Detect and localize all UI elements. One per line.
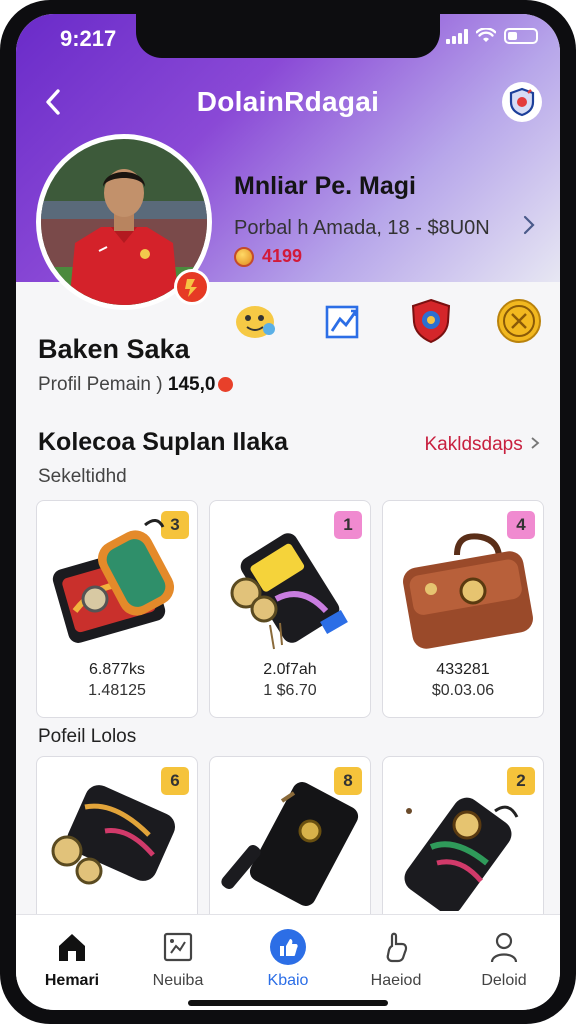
section-subtitle: Sekeltidhd — [38, 466, 127, 487]
card-price: 1.48125 — [88, 682, 146, 699]
product-card[interactable]: 8 — [209, 756, 371, 926]
bag-image — [230, 533, 348, 650]
hero-subtitle[interactable]: Porbal h Amada, 18 - $8U0N — [234, 217, 490, 240]
profile-subtitle: Profil Pemain ) 145,0 — [38, 374, 234, 396]
coin-value: 4199 — [262, 246, 303, 266]
chart-badge-icon[interactable] — [320, 298, 366, 344]
product-card[interactable]: 2 — [382, 756, 544, 926]
shield-button[interactable] — [502, 82, 542, 122]
tab-news[interactable]: Neuiba — [128, 927, 228, 990]
product-card[interactable]: 6 — [36, 756, 198, 926]
thumbs-up-icon — [268, 927, 308, 967]
status-time: 9:217 — [60, 26, 117, 51]
bag-image — [51, 785, 176, 885]
tab-label: Deloid — [481, 972, 527, 989]
card-price: $0.03.06 — [431, 682, 495, 699]
hand-icon — [376, 927, 416, 967]
card-title: 2.0f7ah — [263, 661, 317, 678]
product-card[interactable]: 4 433281 $0.03.06 — [382, 500, 544, 718]
coin-icon — [234, 246, 254, 267]
profile-subtitle-value: 145,0 — [167, 374, 216, 395]
battery-icon — [504, 28, 538, 44]
product-card[interactable]: 1 2.0f7ah 1 $6.70 — [209, 500, 371, 718]
bag-image — [404, 797, 519, 911]
tab-hand[interactable]: Haeiod — [346, 927, 446, 990]
medal-badge-icon[interactable] — [496, 298, 542, 344]
card-price: 1 $6.70 — [263, 682, 317, 699]
card-title: 6.877ks — [88, 661, 146, 678]
bottom-tab-bar: Hemari Neuiba Kbaio Haeiod Deloid — [16, 914, 560, 1010]
bag-image — [221, 782, 359, 906]
wifi-icon — [476, 28, 496, 42]
chevron-right-icon — [531, 437, 540, 449]
tab-label: Neuiba — [152, 972, 204, 989]
team-badge-icon — [174, 269, 210, 305]
shield-icon — [509, 87, 535, 117]
grid-icon — [158, 927, 198, 967]
tab-label: Haeiod — [370, 972, 422, 989]
badge-row — [232, 298, 542, 344]
home-icon — [52, 927, 92, 967]
tab-label: Kbaio — [267, 972, 309, 989]
home-indicator[interactable] — [188, 1000, 388, 1006]
profile-icon — [484, 927, 524, 967]
app-screen: 9:217 DolainRdagai Mnliar Pe. Magi Porba… — [16, 14, 560, 1010]
emoji-badge-icon[interactable] — [232, 298, 278, 344]
section-label: Pofeil Lolos — [38, 726, 137, 747]
tab-home[interactable]: Hemari — [22, 927, 122, 990]
profile-name: Baken Saka — [38, 334, 190, 364]
profile-subtitle-prefix: Profil Pemain ) — [38, 374, 163, 395]
section-title: Kolecoa Suplan Ilaka — [38, 428, 289, 456]
see-all-label: Kakldsdaps — [424, 434, 523, 455]
status-icons — [446, 28, 538, 44]
bag-image — [52, 519, 175, 643]
hero-title: Mnliar Pe. Magi — [234, 172, 416, 200]
coin-balance: 4199 — [234, 246, 302, 267]
product-card[interactable]: 3 6.877ks 1.48125 — [36, 500, 198, 718]
see-all-link[interactable]: Kakldsdaps — [424, 434, 540, 456]
bag-image — [403, 533, 533, 649]
app-title: DolainRdagai — [196, 86, 380, 117]
tab-profile[interactable]: Deloid — [454, 927, 554, 990]
tab-active[interactable]: Kbaio — [238, 927, 338, 990]
signal-icon — [446, 28, 468, 44]
status-dot-icon — [218, 377, 234, 393]
crest-badge-icon[interactable] — [408, 298, 454, 344]
phone-frame: 9:217 DolainRdagai Mnliar Pe. Magi Porba… — [0, 0, 576, 1024]
card-title: 433281 — [436, 661, 490, 678]
tab-label: Hemari — [44, 972, 100, 989]
chevron-right-icon[interactable] — [522, 214, 536, 242]
device-notch — [136, 14, 440, 58]
